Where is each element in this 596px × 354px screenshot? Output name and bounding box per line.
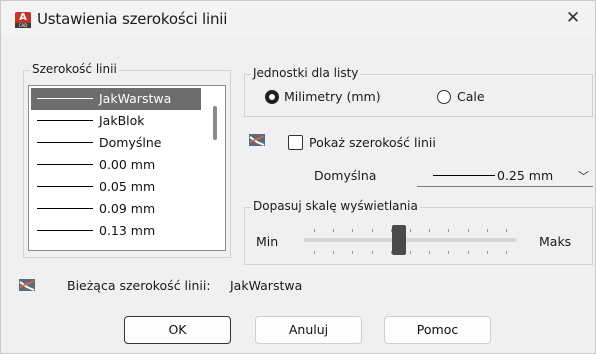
inches-radio[interactable]	[437, 90, 451, 104]
slider-tick	[448, 229, 449, 232]
close-button[interactable]: ✕	[553, 1, 593, 37]
slider-tick	[487, 251, 488, 254]
lineweights-group-title: Szerokość linii	[30, 62, 119, 76]
lineweight-item[interactable]: JakBlok	[31, 110, 201, 132]
slider-tick	[506, 229, 507, 232]
show-lineweight-label: Pokaż szerokość linii	[309, 135, 436, 150]
slider-tick	[372, 229, 373, 232]
title-bar: A CAD Ustawienia szerokości linii ✕	[1, 1, 595, 37]
inches-label: Cale	[457, 89, 485, 104]
line-sample	[37, 230, 93, 231]
slider-tick	[487, 229, 488, 232]
slider-tick	[314, 229, 315, 232]
line-sample	[37, 142, 93, 143]
slider-tick	[468, 229, 469, 232]
line-sample	[433, 175, 495, 176]
lineweight-item-label: 0.05 mm	[99, 179, 156, 194]
show-lineweight-checkbox[interactable]	[288, 135, 303, 150]
dialog-title: Ustawienia szerokości linii	[37, 10, 228, 28]
default-lineweight-value: 0.25 mm	[497, 168, 554, 183]
lineweight-item[interactable]: 0.13 mm	[31, 220, 201, 242]
app-icon: A CAD	[15, 12, 31, 28]
help-button[interactable]: Pomoc	[384, 316, 491, 344]
lineweight-item[interactable]: Domyślne	[31, 132, 201, 154]
ok-button[interactable]: OK	[124, 316, 231, 344]
slider-tick	[372, 251, 373, 254]
chevron-down-icon: ﹀	[578, 170, 589, 183]
current-lineweight-caption: Bieżąca szerokość linii:	[67, 278, 211, 293]
line-sample	[37, 164, 93, 165]
close-icon: ✕	[565, 8, 581, 28]
cancel-button[interactable]: Anuluj	[255, 316, 362, 344]
scrollbar-thumb[interactable]	[213, 106, 217, 140]
lineweight-item-label: 0.09 mm	[99, 201, 156, 216]
listbox-scrollbar[interactable]	[205, 86, 225, 250]
line-sample	[37, 98, 93, 99]
slider-tick	[352, 229, 353, 232]
slider-tick	[410, 229, 411, 232]
lineweight-settings-dialog: A CAD Ustawienia szerokości linii ✕ Szer…	[0, 0, 596, 354]
lineweight-item[interactable]: 0.09 mm	[31, 198, 201, 220]
default-lineweight-dropdown[interactable]: 0.25 mm ﹀	[417, 165, 593, 187]
millimeters-label: Milimetry (mm)	[284, 89, 381, 104]
lineweight-item[interactable]: JakWarstwa	[31, 88, 201, 110]
millimeters-radio[interactable]	[265, 90, 279, 104]
slider-tick	[314, 251, 315, 254]
slider-thumb[interactable]	[392, 225, 406, 255]
current-lineweight-value: JakWarstwa	[230, 278, 303, 293]
display-scale-group-title: Dopasuj skalę wyświetlania	[251, 199, 420, 213]
scale-max-label: Maks	[539, 234, 572, 249]
slider-tick	[410, 251, 411, 254]
slider-tick	[429, 251, 430, 254]
line-sample	[37, 208, 93, 209]
slider-tick	[468, 251, 469, 254]
default-lineweight-label: Domyślna	[314, 168, 377, 183]
slider-tick	[333, 251, 334, 254]
units-group-title: Jednostki dla listy	[251, 66, 361, 80]
current-lineweight-icon	[19, 279, 35, 291]
slider-tick	[333, 229, 334, 232]
lineweight-item[interactable]: 0.00 mm	[31, 154, 201, 176]
lineweight-item-label: 0.13 mm	[99, 223, 156, 238]
display-scale-slider[interactable]	[304, 238, 516, 242]
lineweight-item-label: Domyślne	[99, 135, 162, 150]
lineweight-item[interactable]: 0.05 mm	[31, 176, 201, 198]
line-sample	[37, 186, 93, 187]
lineweight-item-label: JakWarstwa	[99, 91, 172, 106]
slider-tick	[429, 229, 430, 232]
scale-min-label: Min	[256, 234, 279, 249]
slider-tick	[448, 251, 449, 254]
lineweight-display-icon	[249, 134, 265, 146]
slider-tick	[352, 251, 353, 254]
line-sample	[37, 120, 93, 121]
lineweights-listbox[interactable]: JakWarstwa JakBlok Domyślne 0.00 mm 0.05…	[28, 85, 226, 251]
lineweight-item-label: JakBlok	[99, 113, 145, 128]
slider-tick	[506, 251, 507, 254]
lineweight-item-label: 0.00 mm	[99, 157, 156, 172]
